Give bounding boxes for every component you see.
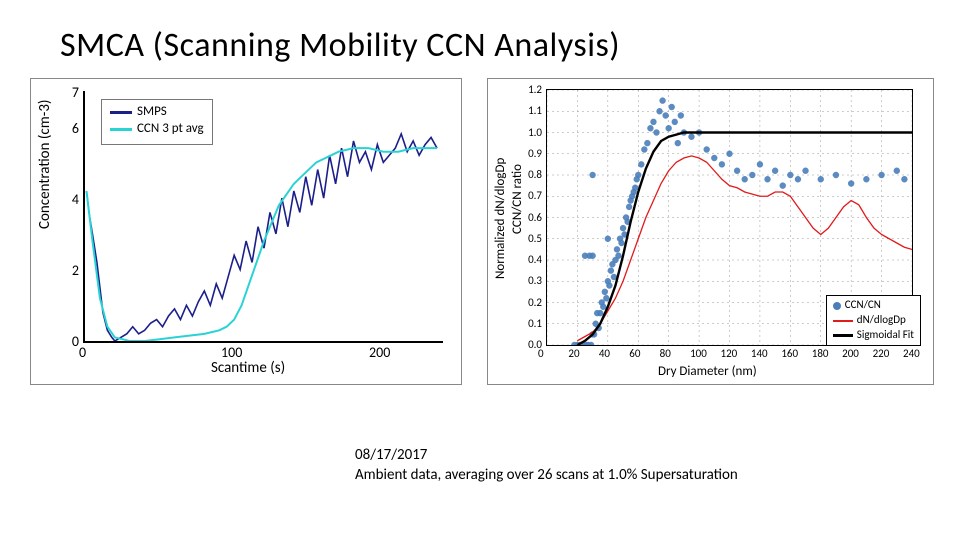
legend-label: CCN/CN <box>845 298 881 313</box>
tick-label: 100 <box>221 344 242 361</box>
tick-label: 2 <box>63 262 79 279</box>
legend-label: dN/dlogDp <box>857 313 906 328</box>
left-chart-legend: SMPS CCN 3 pt avg <box>101 99 213 145</box>
legend-item: dN/dlogDp <box>833 313 914 328</box>
tick-label: 160 <box>781 347 798 360</box>
tick-label: 0.8 <box>522 168 542 181</box>
right-chart-legend: CCN/CN dN/dlogDp Sigmoidal Fit <box>826 295 921 346</box>
tick-label: 0 <box>79 344 86 361</box>
tick-label: 140 <box>751 347 768 360</box>
tick-label: 0.4 <box>522 253 542 266</box>
tick-label: 100 <box>690 347 707 360</box>
tick-label: 1.2 <box>522 83 542 96</box>
legend-swatch <box>110 128 132 131</box>
left-chart-ylabel: Concentration (cm-3) <box>36 100 54 230</box>
tick-label: 0.7 <box>522 189 542 202</box>
tick-label: 180 <box>812 347 829 360</box>
tick-label: 0 <box>63 333 79 350</box>
tick-label: 240 <box>903 347 920 360</box>
legend-label: Sigmoidal Fit <box>857 328 914 343</box>
tick-label: 200 <box>369 344 390 361</box>
right-chart: Normalized dN/dlogDp CCN/CN ratio Dry Di… <box>487 78 934 385</box>
tick-label: 60 <box>629 347 640 360</box>
caption-text: Ambient data, averaging over 26 scans at… <box>355 465 738 485</box>
tick-label: 40 <box>599 347 610 360</box>
legend-label: SMPS <box>137 104 167 121</box>
smps-line <box>86 134 437 341</box>
tick-label: 6 <box>63 120 79 137</box>
page-title: SMCA (Scanning Mobility CCN Analysis) <box>60 25 620 66</box>
tick-label: 1.1 <box>522 104 542 117</box>
legend-swatch <box>833 320 853 322</box>
caption-date: 08/17/2017 <box>355 445 738 465</box>
ccn-avg-line <box>86 148 437 341</box>
legend-item: CCN/CN <box>833 298 914 313</box>
legend-swatch <box>110 111 132 114</box>
legend-swatch <box>833 302 841 310</box>
left-chart-xlabel: Scantime (s) <box>211 359 285 377</box>
legend-item: CCN 3 pt avg <box>110 121 204 138</box>
legend-item: Sigmoidal Fit <box>833 328 914 343</box>
tick-label: 1.0 <box>522 126 542 139</box>
caption: 08/17/2017 Ambient data, averaging over … <box>355 445 738 486</box>
legend-swatch <box>833 334 853 337</box>
tick-label: 0.9 <box>522 147 542 160</box>
tick-label: 4 <box>63 191 79 208</box>
left-chart: Concentration (cm-3) Scantime (s) 7 6 4 … <box>30 78 462 385</box>
tick-label: 0.3 <box>522 274 542 287</box>
slide: SMCA (Scanning Mobility CCN Analysis) Co… <box>0 0 960 540</box>
tick-label: 7 <box>63 84 79 101</box>
tick-label: 20 <box>568 347 579 360</box>
legend-label: CCN 3 pt avg <box>137 121 204 138</box>
tick-label: 120 <box>721 347 738 360</box>
tick-label: 0.5 <box>522 232 542 245</box>
legend-item: SMPS <box>110 104 204 121</box>
tick-label: 0.6 <box>522 211 542 224</box>
tick-label: 200 <box>842 347 859 360</box>
tick-label: 0.1 <box>522 317 542 330</box>
right-chart-xlabel: Dry Diameter (nm) <box>658 364 757 379</box>
tick-label: 0.2 <box>522 296 542 309</box>
tick-label: 80 <box>660 347 671 360</box>
tick-label: 0 <box>538 347 544 360</box>
charts-row: Concentration (cm-3) Scantime (s) 7 6 4 … <box>30 78 934 385</box>
right-chart-ylabel-outer: Normalized dN/dlogDp <box>493 158 508 279</box>
tick-label: 220 <box>873 347 890 360</box>
